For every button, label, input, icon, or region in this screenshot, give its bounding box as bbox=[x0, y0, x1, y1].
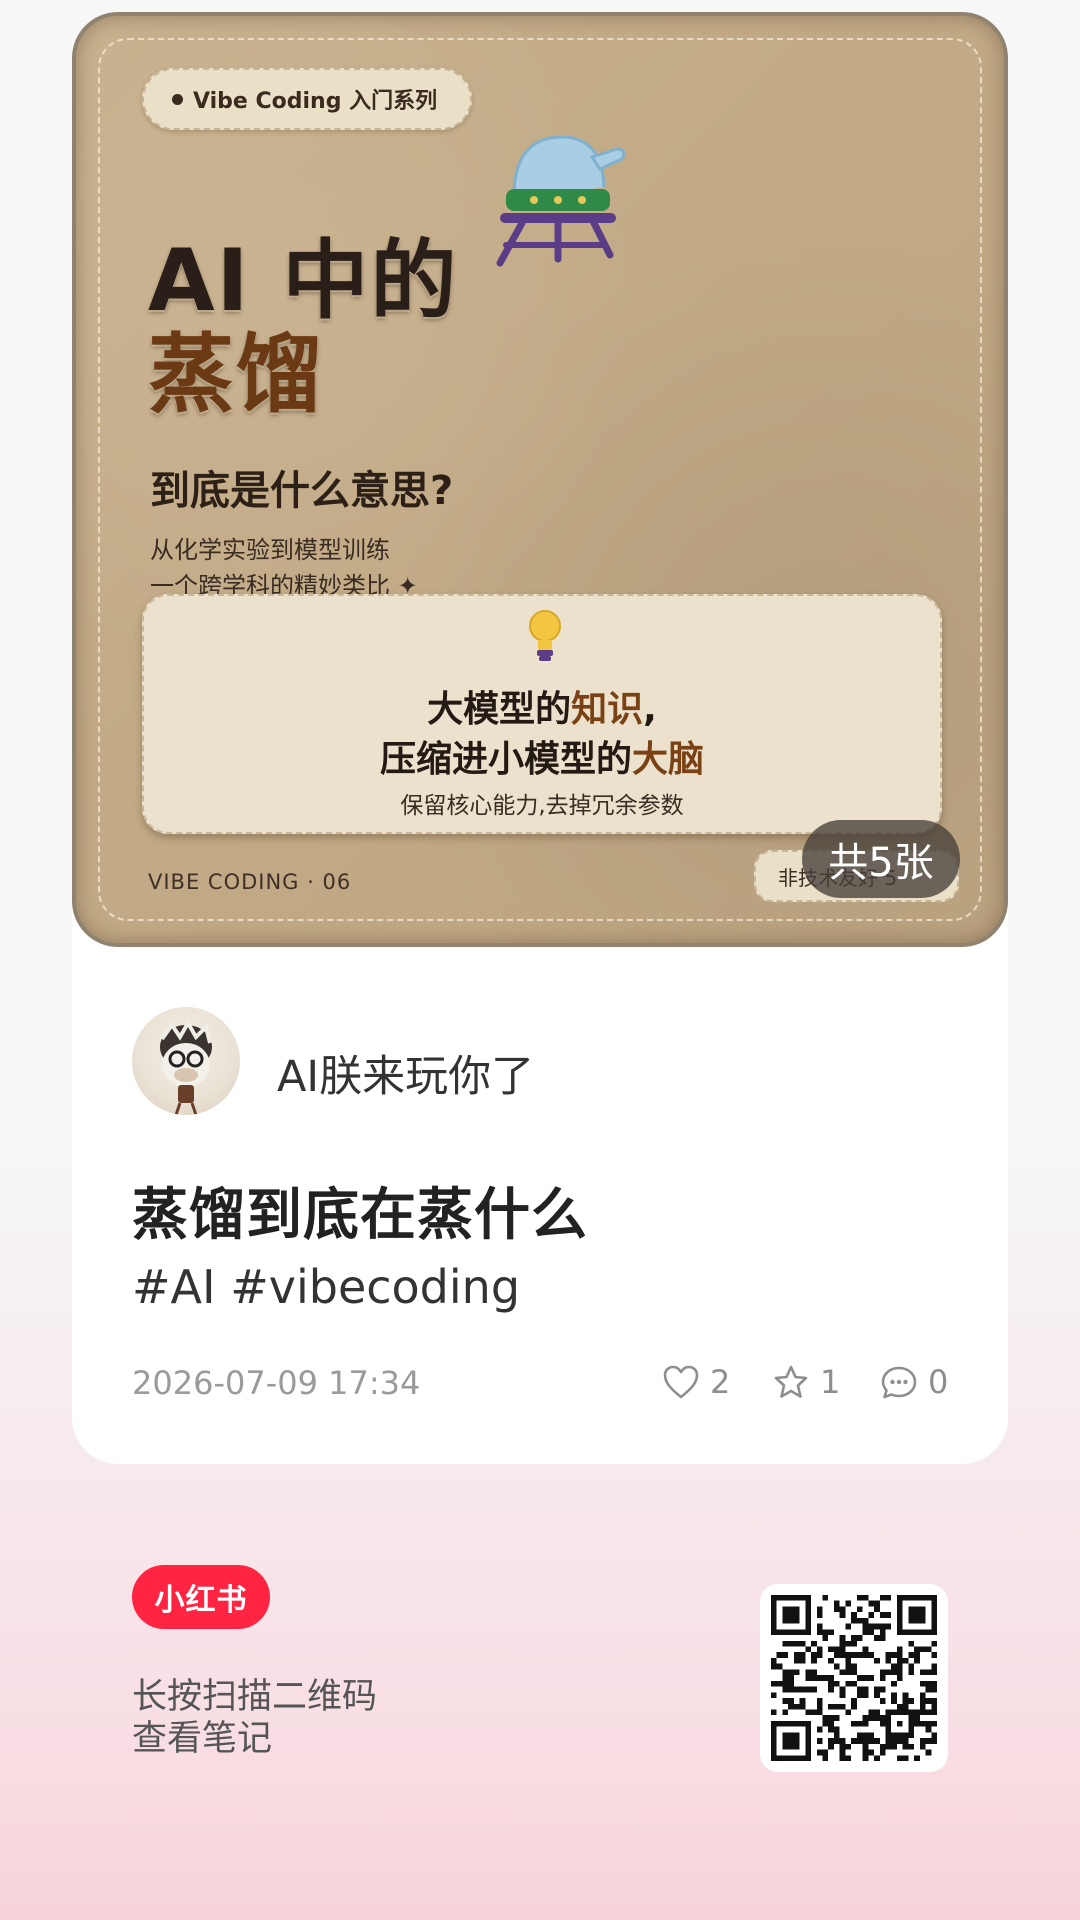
cover-title-accent: 蒸馏 bbox=[148, 325, 324, 425]
post-title: 蒸馏到底在蒸什么 bbox=[132, 1183, 588, 1248]
heart-icon bbox=[663, 1365, 699, 1399]
qr-code-pattern bbox=[771, 1595, 937, 1761]
quote-line-2: 压缩进小模型的大脑 bbox=[379, 739, 705, 780]
series-label: Vibe Coding 入门系列 bbox=[193, 89, 438, 114]
post-tags[interactable]: #AI #vibecoding bbox=[132, 1260, 520, 1314]
comment-button[interactable]: 0 bbox=[880, 1362, 948, 1402]
quote-caption: 保留核心能力,去掉冗余参数 bbox=[400, 793, 684, 819]
avatar-figure bbox=[160, 1018, 212, 1115]
cover-footer-label: VIBE CODING · 06 bbox=[148, 870, 352, 894]
ufo-icon bbox=[496, 135, 626, 267]
post-date: 2026-07-09 17:34 bbox=[132, 1364, 421, 1402]
brand-logo: 小红书 bbox=[132, 1565, 270, 1629]
scan-hint-line-2: 查看笔记 bbox=[132, 1719, 273, 1759]
note-card: Vibe Coding 入门系列 AI 中的 蒸馏 到底是什么意思? 从化学实验… bbox=[72, 12, 1008, 1464]
like-button[interactable]: 2 bbox=[662, 1362, 730, 1402]
series-pill: Vibe Coding 入门系列 bbox=[142, 68, 472, 130]
lightbulb-icon bbox=[529, 610, 561, 661]
star-icon bbox=[774, 1365, 808, 1398]
quote-line-1: 大模型的知识, bbox=[427, 689, 657, 730]
cover-question: 到底是什么意思? bbox=[150, 468, 454, 514]
cover-subtitle-1: 从化学实验到模型训练 bbox=[150, 536, 390, 564]
quote-panel: 大模型的知识, 压缩进小模型的大脑 保留核心能力,去掉冗余参数 bbox=[142, 594, 942, 834]
cover-image[interactable]: Vibe Coding 入门系列 AI 中的 蒸馏 到底是什么意思? 从化学实验… bbox=[72, 12, 1008, 947]
avatar[interactable] bbox=[132, 1007, 240, 1115]
author-name[interactable]: AI朕来玩你了 bbox=[277, 1042, 534, 1104]
favorite-count: 1 bbox=[820, 1363, 841, 1401]
favorite-button[interactable]: 1 bbox=[772, 1362, 840, 1402]
cover-title: AI 中的 bbox=[148, 231, 459, 331]
like-count: 2 bbox=[710, 1363, 731, 1401]
bullet-dot-icon bbox=[172, 93, 183, 105]
qr-code[interactable] bbox=[760, 1584, 948, 1772]
image-count-badge: 共5张 bbox=[802, 820, 960, 898]
comment-icon bbox=[881, 1366, 917, 1399]
comment-count: 0 bbox=[928, 1363, 949, 1401]
